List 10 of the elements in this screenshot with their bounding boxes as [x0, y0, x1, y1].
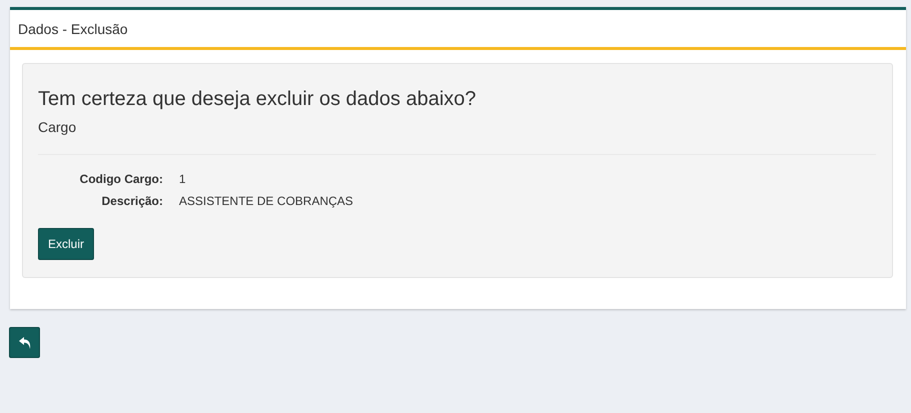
- field-value: 1: [179, 171, 186, 187]
- field-label: Descrição:: [100, 193, 163, 209]
- back-button[interactable]: [9, 327, 40, 358]
- field-value: ASSISTENTE DE COBRANÇAS: [179, 193, 354, 209]
- undo-arrow-icon: [18, 336, 30, 348]
- entity-name: Cargo: [38, 119, 78, 135]
- panel-title: Dados - Exclusão: [10, 10, 906, 50]
- delete-button[interactable]: Excluir: [38, 228, 94, 260]
- field-label: Codigo Cargo:: [78, 171, 163, 187]
- confirmation-question: Tem certeza que deseja excluir os dados abaixo?: [38, 87, 478, 111]
